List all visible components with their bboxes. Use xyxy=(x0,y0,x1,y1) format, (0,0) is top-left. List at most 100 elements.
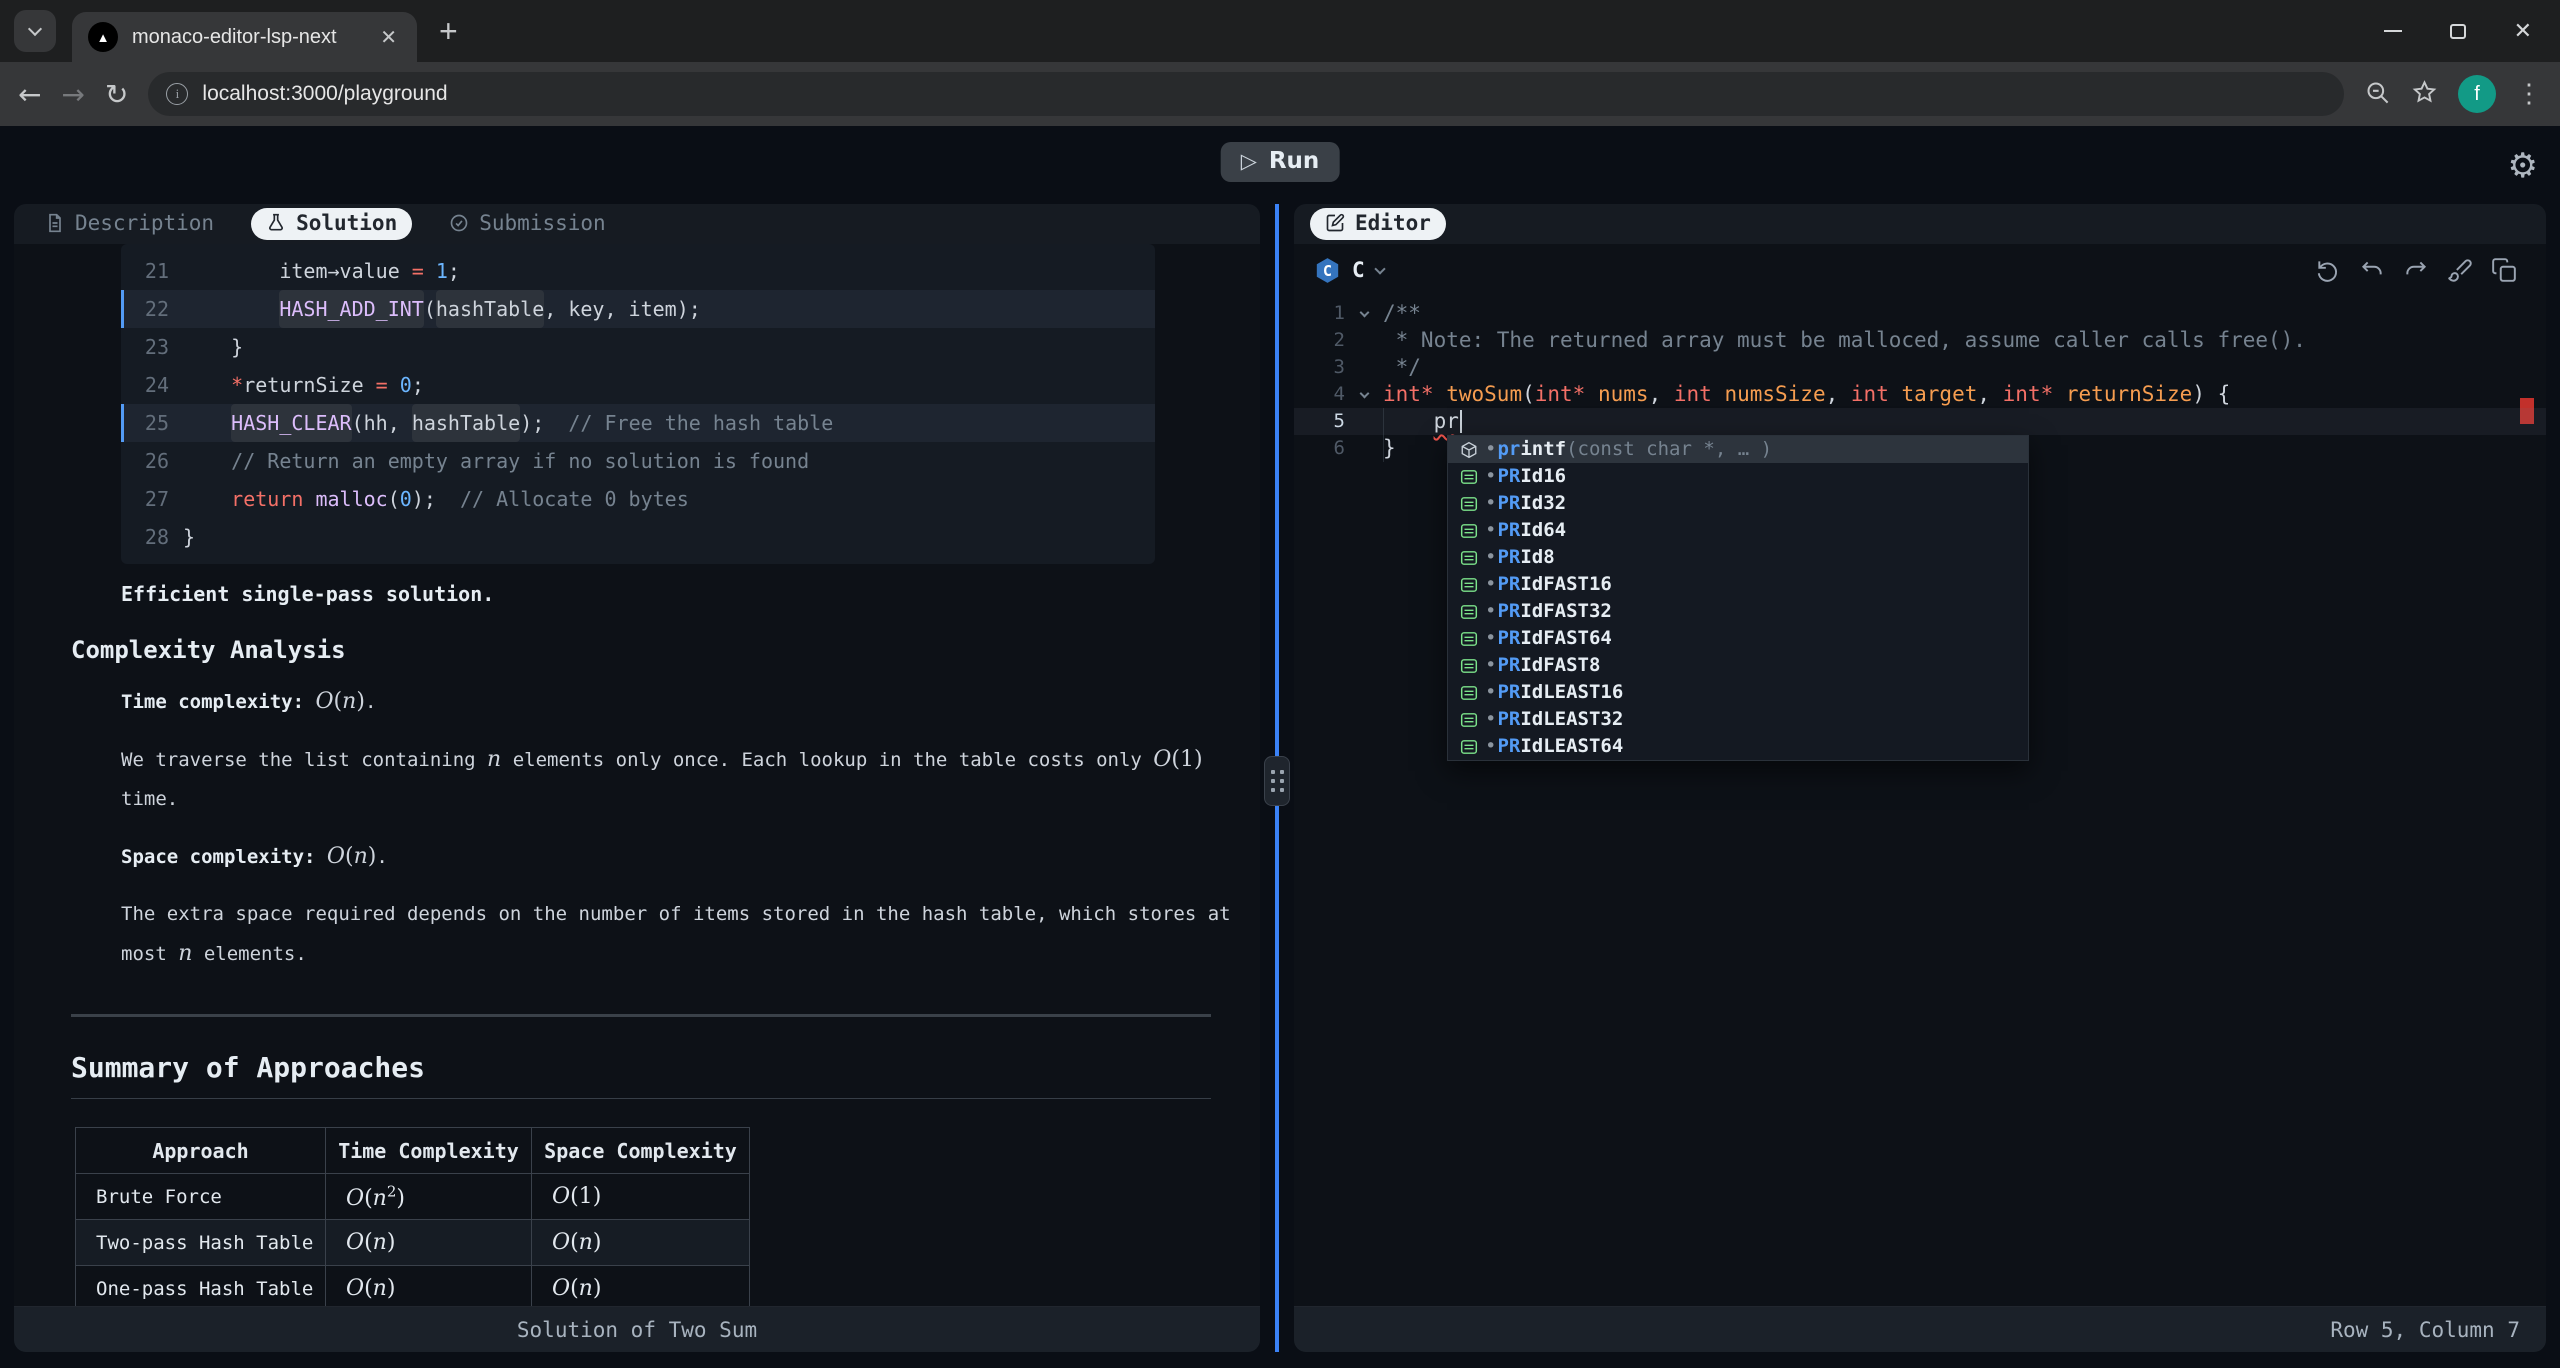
settings-gear-icon[interactable]: ⚙ xyxy=(2508,146,2538,186)
browser-tab-strip: ▲ monaco-editor-lsp-next ✕ + ✕ xyxy=(0,0,2560,62)
zoom-out-icon[interactable] xyxy=(2364,79,2391,110)
suggestion-item[interactable]: •PRIdFAST32 xyxy=(1448,598,2028,625)
suggestion-item[interactable]: •PRId16 xyxy=(1448,463,2028,490)
code-line-5[interactable]: 5 pr xyxy=(1294,408,2546,435)
resizer-grip-handle[interactable] xyxy=(1264,756,1290,806)
suggestion-bullet: • xyxy=(1485,679,1496,706)
suggestion-item[interactable]: •printf(const char *, … ) xyxy=(1448,436,2028,463)
suggestion-item[interactable]: •PRIdLEAST64 xyxy=(1448,733,2028,760)
address-bar[interactable]: i localhost:3000/playground xyxy=(148,72,2344,116)
code-line-25: 25 HASH_CLEAR(hh, hashTable); // Free th… xyxy=(121,404,1155,442)
tab-solution[interactable]: Solution xyxy=(251,208,412,240)
table-header: Space Complexity xyxy=(532,1128,750,1174)
time-complexity-line: Time complexity: O(n). xyxy=(121,682,1241,722)
suggestion-item[interactable]: •PRIdFAST8 xyxy=(1448,652,2028,679)
undo-button[interactable] xyxy=(2350,257,2394,283)
text-suggestion-icon xyxy=(1453,576,1485,594)
line-number: 5 xyxy=(1294,408,1345,435)
tab-close-icon[interactable]: ✕ xyxy=(376,25,401,50)
tab-label: Solution xyxy=(296,211,397,235)
solution-note: Efficient single-pass solution. xyxy=(121,582,1260,606)
chevron-down-icon xyxy=(1374,263,1385,274)
suggestion-item[interactable]: •PRIdFAST64 xyxy=(1448,625,2028,652)
browser-tab[interactable]: ▲ monaco-editor-lsp-next ✕ xyxy=(72,12,417,62)
autocomplete-popup: •printf(const char *, … )•PRId16•PRId32•… xyxy=(1447,435,2029,761)
line-number: 4 xyxy=(1294,381,1345,408)
summary-table: ApproachTime ComplexitySpace ComplexityB… xyxy=(75,1127,750,1306)
bookmark-star-icon[interactable] xyxy=(2411,79,2438,110)
code-line-4[interactable]: 4int* twoSum(int* nums, int numsSize, in… xyxy=(1294,381,2546,408)
text-cursor xyxy=(1460,410,1462,433)
language-label: C xyxy=(1352,258,1365,282)
text-suggestion-icon xyxy=(1453,495,1485,513)
copy-button[interactable] xyxy=(2482,257,2526,283)
redo-icon xyxy=(2403,257,2429,283)
editor-toolbar: C C xyxy=(1294,244,2546,296)
site-favicon-icon: ▲ xyxy=(88,22,118,52)
cursor-position-text: Row 5, Column 7 xyxy=(2330,1318,2520,1342)
panel-resizer[interactable] xyxy=(1260,204,1294,1352)
reload-icon[interactable]: ↻ xyxy=(105,78,128,111)
forward-icon[interactable]: → xyxy=(61,78,84,111)
code-line-1[interactable]: 1/** xyxy=(1294,300,2546,327)
window-close-icon[interactable]: ✕ xyxy=(2514,20,2532,42)
back-icon[interactable]: ← xyxy=(18,78,41,111)
text-suggestion-icon xyxy=(1453,738,1485,756)
code-line-26: 26 // Return an empty array if no soluti… xyxy=(121,442,1155,480)
tab-search-button[interactable] xyxy=(14,10,56,52)
table-cell: O(n) xyxy=(532,1220,750,1266)
code-line-3[interactable]: 3 */ xyxy=(1294,354,2546,381)
svg-text:C: C xyxy=(1323,262,1332,280)
site-info-icon[interactable]: i xyxy=(166,83,188,105)
reset-button[interactable] xyxy=(2306,257,2350,283)
format-button[interactable] xyxy=(2438,257,2482,283)
suggestion-item[interactable]: •PRId64 xyxy=(1448,517,2028,544)
table-cell: O(1) xyxy=(532,1174,750,1220)
flask-icon xyxy=(266,213,286,233)
suggestion-item[interactable]: •PRIdFAST16 xyxy=(1448,571,2028,598)
maximize-icon[interactable] xyxy=(2450,24,2466,39)
window-controls: ✕ xyxy=(2384,20,2560,42)
run-button[interactable]: ▷ Run xyxy=(1221,142,1340,182)
suggestion-bullet: • xyxy=(1485,706,1496,733)
text-suggestion-icon xyxy=(1453,711,1485,729)
suggestion-item[interactable]: •PRIdLEAST16 xyxy=(1448,679,2028,706)
fold-chevron-icon[interactable] xyxy=(1345,312,1383,316)
suggestion-item[interactable]: •PRIdLEAST32 xyxy=(1448,706,2028,733)
profile-avatar[interactable]: f xyxy=(2458,75,2496,113)
play-icon: ▷ xyxy=(1241,149,1257,173)
tab-editor[interactable]: Editor xyxy=(1310,208,1446,240)
suggestion-bullet: • xyxy=(1485,544,1496,571)
suggestion-bullet: • xyxy=(1485,733,1496,760)
suggestion-item[interactable]: •PRId8 xyxy=(1448,544,2028,571)
tab-submission[interactable]: Submission xyxy=(434,208,620,240)
table-cell: Brute Force xyxy=(76,1174,326,1220)
table-cell: Two-pass Hash Table xyxy=(76,1220,326,1266)
line-number: 6 xyxy=(1294,435,1345,462)
menu-dots-icon[interactable]: ⋮ xyxy=(2516,79,2542,109)
code-line-2[interactable]: 2 * Note: The returned array must be mal… xyxy=(1294,327,2546,354)
minimize-icon[interactable] xyxy=(2384,30,2402,32)
language-selector[interactable]: C C xyxy=(1314,257,1384,284)
function-suggestion-icon xyxy=(1453,441,1485,459)
copy-icon xyxy=(2491,257,2517,283)
redo-button[interactable] xyxy=(2394,257,2438,283)
document-icon xyxy=(45,213,65,233)
playground-app: ▷ Run ⚙ DescriptionSolutionSubmission 21… xyxy=(0,126,2560,1352)
table-cell: O(n) xyxy=(326,1266,532,1307)
text-suggestion-icon xyxy=(1453,522,1485,540)
left-panel-tabs: Description Solution Submission xyxy=(14,204,1260,244)
suggestion-bullet: • xyxy=(1485,598,1496,625)
line-number: 24 xyxy=(121,366,169,404)
editor-tab-label: Editor xyxy=(1355,211,1431,235)
new-tab-button[interactable]: + xyxy=(439,13,458,50)
solution-footer-text: Solution of Two Sum xyxy=(517,1318,757,1342)
table-cell: O(n2) xyxy=(326,1174,532,1220)
editor-panel-head: Editor xyxy=(1294,204,2546,244)
code-editor[interactable]: 1/**2 * Note: The returned array must be… xyxy=(1294,296,2546,1306)
fold-chevron-icon[interactable] xyxy=(1345,393,1383,397)
suggestion-item[interactable]: •PRId32 xyxy=(1448,490,2028,517)
text-suggestion-icon xyxy=(1453,468,1485,486)
tab-description[interactable]: Description xyxy=(30,208,229,240)
suggestion-bullet: • xyxy=(1485,490,1496,517)
